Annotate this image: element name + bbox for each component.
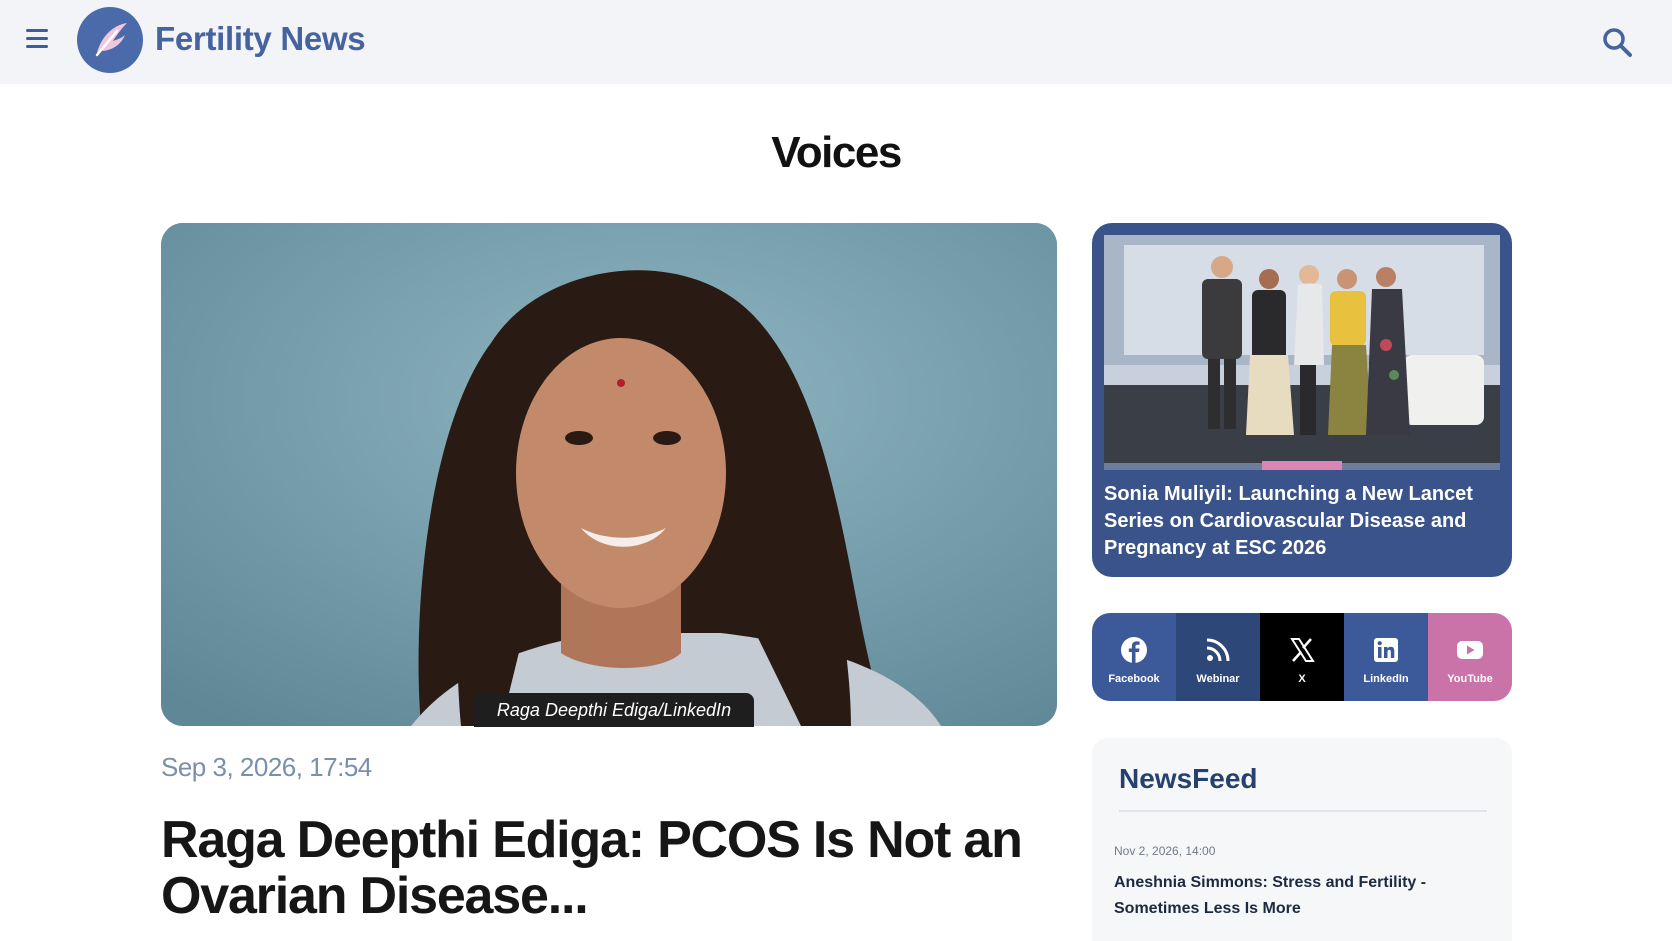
webinar-label: Webinar xyxy=(1196,673,1240,685)
site-brand-name[interactable]: Fertility News xyxy=(155,20,366,58)
youtube-link[interactable]: YouTube xyxy=(1428,613,1512,701)
linkedin-label: LinkedIn xyxy=(1363,673,1409,685)
youtube-icon xyxy=(1457,641,1483,659)
x-icon xyxy=(1290,638,1315,662)
side-article-image xyxy=(1104,235,1500,470)
facebook-icon xyxy=(1121,637,1147,663)
facebook-label: Facebook xyxy=(1108,673,1160,685)
linkedin-link[interactable]: LinkedIn xyxy=(1344,613,1428,701)
search-icon[interactable] xyxy=(1600,25,1634,59)
facebook-link[interactable]: Facebook xyxy=(1092,613,1176,701)
youtube-label: YouTube xyxy=(1447,673,1493,685)
x-label: X xyxy=(1298,673,1306,685)
social-links-bar: Facebook Webinar X LinkedIn YouTube xyxy=(1092,613,1512,701)
rss-icon xyxy=(1206,638,1230,662)
featured-side-article[interactable]: Sonia Muliyil: Launching a New Lancet Se… xyxy=(1092,223,1512,577)
webinar-link[interactable]: Webinar xyxy=(1176,613,1260,701)
main-article-image[interactable] xyxy=(161,223,1057,726)
top-navigation-bar: Fertility News xyxy=(0,0,1672,84)
newsfeed-divider xyxy=(1119,810,1487,812)
article-date: Sep 3, 2026, 17:54 xyxy=(161,752,372,782)
linkedin-icon xyxy=(1374,638,1398,662)
newsfeed-item-date: Nov 2, 2026, 14:00 xyxy=(1114,844,1216,858)
x-link[interactable]: X xyxy=(1260,613,1344,701)
newsfeed-item-title[interactable]: Aneshnia Simmons: Stress and Fertility -… xyxy=(1114,870,1484,922)
newsfeed-panel: NewsFeed Nov 2, 2026, 14:00 Aneshnia Sim… xyxy=(1092,738,1512,941)
feather-logo-icon[interactable] xyxy=(77,7,143,73)
section-title: Voices xyxy=(771,128,902,177)
article-headline[interactable]: Raga Deepthi Ediga: PCOS Is Not an Ovari… xyxy=(161,812,1061,924)
image-caption: Raga Deepthi Ediga/LinkedIn xyxy=(474,693,754,727)
hamburger-menu-icon[interactable] xyxy=(26,29,50,53)
side-article-title[interactable]: Sonia Muliyil: Launching a New Lancet Se… xyxy=(1104,481,1500,562)
newsfeed-title: NewsFeed xyxy=(1119,763,1258,794)
